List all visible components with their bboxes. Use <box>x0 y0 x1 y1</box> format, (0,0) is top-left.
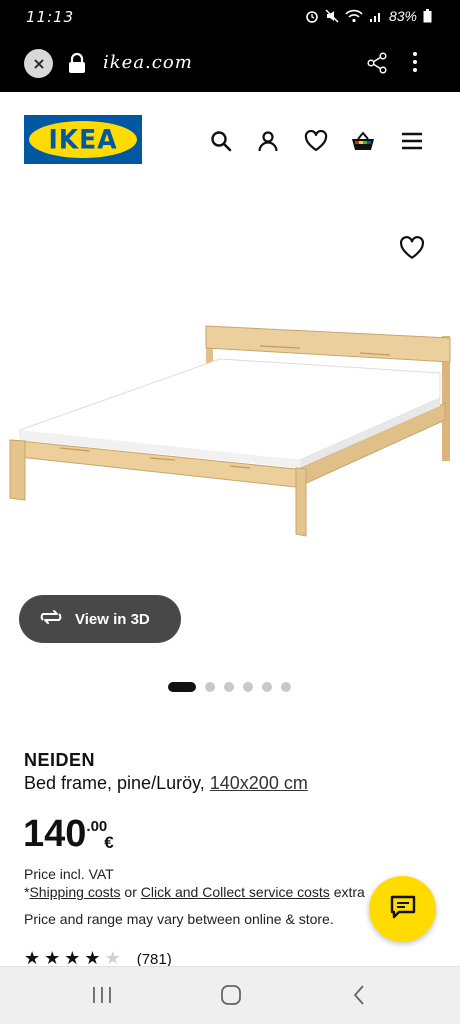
search-icon[interactable] <box>208 128 234 154</box>
product-image-gallery[interactable]: View in 3D <box>0 188 460 718</box>
chat-button[interactable] <box>369 876 436 942</box>
shipping-suffix: extra <box>329 884 365 900</box>
product-name: NEIDEN <box>24 750 96 770</box>
battery-icon <box>423 9 432 23</box>
url-field[interactable]: ikea.com <box>103 52 193 73</box>
product-size-link[interactable]: 140x200 cm <box>210 773 308 793</box>
system-nav-bar <box>0 966 460 1024</box>
gallery-dot[interactable] <box>281 682 291 692</box>
status-time: 11:13 <box>26 8 75 26</box>
view-in-3d-label: View in 3D <box>75 610 150 628</box>
price-decimal: .00 <box>86 818 108 835</box>
chat-icon <box>390 895 416 924</box>
shipping-note: *Shipping costs or Click and Collect ser… <box>24 884 404 900</box>
mute-icon <box>325 9 339 23</box>
ikea-logo[interactable]: IKEA <box>24 115 142 164</box>
gallery-dot[interactable] <box>243 682 253 692</box>
favourite-heart-icon[interactable] <box>399 236 425 265</box>
shipping-costs-link[interactable]: Shipping costs <box>29 884 120 900</box>
rating-count: (781) <box>136 950 172 968</box>
wifi-icon <box>345 9 363 23</box>
range-note: Price and range may vary between online … <box>24 911 334 927</box>
gallery-dot[interactable] <box>205 682 215 692</box>
gallery-dot[interactable] <box>168 682 196 692</box>
gallery-dot[interactable] <box>224 682 234 692</box>
view-in-3d-button[interactable]: View in 3D <box>19 595 181 643</box>
home-icon[interactable] <box>220 984 242 1011</box>
menu-icon[interactable] <box>399 128 425 154</box>
price-currency: € <box>104 833 114 852</box>
gallery-dot[interactable] <box>262 682 272 692</box>
rotate-3d-icon <box>39 608 63 630</box>
logo-text: IKEA <box>48 124 118 155</box>
shipping-or: or <box>120 884 141 900</box>
recent-apps-icon[interactable] <box>91 986 113 1009</box>
product-price: 140 .00 € <box>23 815 114 853</box>
share-icon[interactable] <box>366 52 388 79</box>
site-header: IKEA <box>0 92 460 188</box>
logo-oval: IKEA <box>29 121 137 158</box>
vat-note: Price incl. VAT <box>24 866 114 882</box>
account-icon[interactable] <box>255 128 281 154</box>
browser-bar: ikea.com <box>0 34 460 92</box>
product-description: Bed frame, pine/Luröy, 140x200 cm <box>24 773 308 794</box>
gallery-pagination <box>168 682 291 692</box>
battery-percent: 83% <box>388 8 417 24</box>
alarm-icon <box>305 9 319 23</box>
status-bar: 11:13 83% <box>0 0 460 34</box>
close-icon[interactable] <box>24 49 53 78</box>
status-icons: 83% <box>305 8 432 24</box>
click-collect-costs-link[interactable]: Click and Collect service costs <box>141 884 330 900</box>
heart-icon[interactable] <box>303 128 329 154</box>
more-vertical-icon[interactable] <box>412 50 418 79</box>
basket-icon[interactable] <box>350 128 376 154</box>
lock-icon <box>68 52 86 79</box>
product-description-text: Bed frame, pine/Luröy, <box>24 773 210 793</box>
signal-icon <box>369 9 383 23</box>
price-whole: 140 <box>23 813 87 855</box>
back-icon[interactable] <box>352 985 366 1010</box>
